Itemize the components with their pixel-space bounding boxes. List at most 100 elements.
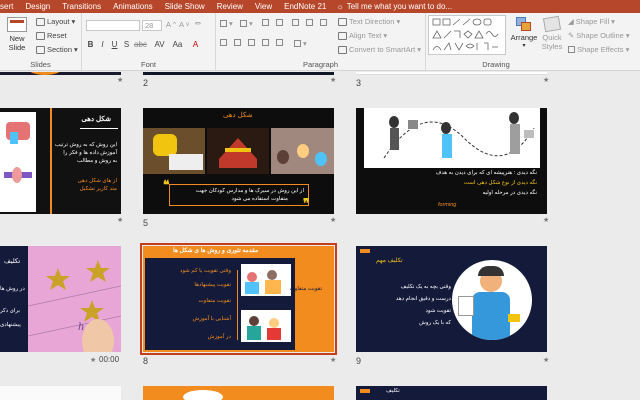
slide-8-transition-icon: ★ bbox=[330, 357, 337, 364]
slide-4-line-1: این روش که به روش ترتیب bbox=[54, 142, 117, 148]
slide-5-photo-circus bbox=[207, 128, 269, 174]
tell-me-search[interactable]: ☼ Tell me what you want to do... bbox=[332, 2, 452, 11]
slide-thumbnail-11[interactable] bbox=[143, 386, 334, 400]
menu-animations[interactable]: Animations bbox=[107, 2, 159, 11]
align-text-button[interactable]: Align Text ▾ bbox=[338, 31, 387, 40]
layout-button[interactable]: Layout ▾ bbox=[36, 17, 75, 26]
slide-number-8: 8 bbox=[143, 356, 149, 366]
clear-formatting-button[interactable]: ✏ bbox=[195, 19, 201, 28]
decrease-indent-button[interactable] bbox=[262, 19, 269, 26]
section-button[interactable]: Section ▾ bbox=[36, 45, 78, 54]
shapes-gallery[interactable] bbox=[428, 15, 506, 55]
slide-9-logo bbox=[360, 249, 370, 253]
line-spacing-icon bbox=[320, 19, 327, 26]
font-name-box[interactable] bbox=[86, 20, 140, 31]
slide-8-side-label: تقویت متفاوت bbox=[289, 286, 322, 292]
slide-number-2: 2 bbox=[143, 78, 149, 88]
shadow-button[interactable]: S bbox=[121, 39, 132, 50]
slide-thumbnail-5[interactable]: شکل دهی از این روش در سیرک ها و مدارس کو… bbox=[143, 108, 334, 214]
slide-number-9: 9 bbox=[356, 356, 362, 366]
slide-thumbnail-7[interactable]: h تکلیف در روش ها برای ذکر پیشنهادی bbox=[0, 246, 121, 352]
slide-8-illustration-bottom bbox=[241, 310, 291, 342]
slide-5-photo-writing bbox=[143, 128, 205, 174]
slides-group: New Slide Layout ▾ Reset Section ▾ Slides bbox=[0, 13, 82, 70]
slide-7-timing: 00:00 bbox=[99, 355, 120, 364]
slide-4-line-5: متد کاربر تشکیل bbox=[79, 186, 117, 192]
slide-thumbnail-2[interactable] bbox=[143, 72, 334, 75]
distributed-button[interactable] bbox=[276, 39, 283, 46]
reset-button[interactable]: Reset bbox=[36, 31, 67, 40]
increase-indent-icon bbox=[276, 19, 283, 26]
align-right-button[interactable] bbox=[248, 39, 255, 46]
slide-9-line-1: وقتی بچه به یک تکلیف bbox=[400, 284, 451, 290]
slide-sorter[interactable]: ★ 2 ★ 3 ★ شكل دهی این روش که به روش ترتی… bbox=[0, 72, 640, 400]
dropdown-icon: ▾ bbox=[71, 17, 76, 26]
menu-endnote[interactable]: EndNote 21 bbox=[278, 2, 332, 11]
slide-9-title: تکلیف مهم bbox=[376, 258, 403, 264]
slide-thumbnail-6[interactable]: نگه دیدی : هنرپیشه ای که برای دیدن به هد… bbox=[356, 108, 547, 214]
align-left-button[interactable] bbox=[220, 39, 227, 46]
menu-design[interactable]: Design bbox=[19, 2, 56, 11]
underline-button[interactable]: U bbox=[109, 39, 120, 50]
menu-view[interactable]: View bbox=[249, 2, 278, 11]
menu-transitions[interactable]: Transitions bbox=[56, 2, 107, 11]
slide-4-line-2: آموزش داده ها و فکر را bbox=[63, 150, 117, 156]
bold-button[interactable]: B bbox=[85, 39, 96, 50]
slide-thumbnail-8[interactable]: مقدمه تئوری و روش ها ی شکل ها وقتی تقویت… bbox=[140, 243, 337, 355]
justify-button[interactable] bbox=[262, 39, 269, 46]
slide-6-caption-3: نگه دیدی در مرحله اولیه bbox=[482, 190, 537, 196]
slide-6-tag: forming bbox=[438, 202, 457, 208]
slide-number-5: 5 bbox=[143, 218, 149, 228]
slide-thumbnail-4[interactable]: شكل دهی این روش که به روش ترتیب آموزش دا… bbox=[0, 108, 121, 214]
font-size-box[interactable]: 28 bbox=[142, 20, 162, 31]
slide-8-content-panel: وقتی تقویت یا کم شود تقویت پیشنهادها تقو… bbox=[145, 258, 295, 350]
text-direction-button[interactable]: Text Direction ▾ bbox=[338, 17, 400, 26]
slide-thumbnail-9[interactable]: تکلیف مهم وقتی بچه به یک تکلیف درست و دق… bbox=[356, 246, 547, 352]
paint-bucket-icon: ◢ bbox=[568, 17, 574, 26]
font-color-button[interactable]: A bbox=[190, 39, 201, 50]
menu-review[interactable]: Review bbox=[211, 2, 249, 11]
menu-insert[interactable]: sert bbox=[0, 2, 19, 11]
line-spacing-button[interactable] bbox=[320, 19, 327, 26]
change-case-button[interactable]: Aa bbox=[172, 39, 183, 50]
quick-styles-icon bbox=[542, 15, 562, 33]
columns-button[interactable]: ▾ bbox=[294, 39, 307, 48]
drawing-group-label: Drawing bbox=[482, 60, 510, 69]
slide-thumbnail-1[interactable] bbox=[0, 72, 121, 75]
drawing-group: Arrange ▾ Quick Styles ◢ Shape Fill ▾ ✎ Sha… bbox=[426, 13, 640, 70]
shape-fill-button[interactable]: ◢ Shape Fill ▾ bbox=[568, 17, 615, 26]
svg-text:h: h bbox=[78, 322, 84, 333]
slide-7-photo: h bbox=[28, 246, 121, 352]
align-center-icon bbox=[234, 39, 241, 46]
slide-2-transition-icon: ★ bbox=[330, 77, 337, 84]
rtl-button[interactable] bbox=[292, 19, 299, 26]
convert-smartart-button[interactable]: Convert to SmartArt ▾ bbox=[338, 45, 421, 54]
arrange-button[interactable]: Arrange ▾ bbox=[510, 15, 538, 57]
increase-indent-button[interactable] bbox=[276, 19, 283, 26]
font-group: 28 A ^ Av ✏ B I U S abc AV Aa A Font bbox=[82, 13, 216, 70]
menu-slideshow[interactable]: Slide Show bbox=[159, 2, 211, 11]
strikethrough-button[interactable]: abc bbox=[134, 39, 147, 50]
italic-button[interactable]: I bbox=[97, 39, 108, 50]
align-center-button[interactable] bbox=[234, 39, 241, 46]
slide-thumbnail-12[interactable]: تکلیف bbox=[356, 386, 547, 400]
new-slide-button[interactable]: New Slide bbox=[4, 15, 30, 55]
shape-outline-button[interactable]: ✎ Shape Outline ▾ bbox=[568, 31, 630, 40]
slide-thumbnail-3[interactable] bbox=[356, 72, 547, 75]
shrink-font-button[interactable]: Av bbox=[179, 20, 189, 29]
menu-bar: sert Design Transitions Animations Slide… bbox=[0, 0, 640, 13]
shape-effects-button[interactable]: Shape Effects ▾ bbox=[568, 45, 629, 54]
spacing-button[interactable]: AV bbox=[154, 39, 165, 50]
ltr-button[interactable] bbox=[306, 19, 313, 26]
section-icon bbox=[36, 45, 45, 54]
dropdown-icon: ▾ bbox=[417, 45, 422, 54]
grow-font-button[interactable]: A ^ bbox=[166, 20, 176, 29]
slide-thumbnail-10[interactable] bbox=[0, 386, 121, 400]
dropdown-icon: ▾ bbox=[611, 17, 615, 26]
slide-6-caption-1: نگه دیدی : هنرپیشه ای که برای دیدن به هد… bbox=[435, 170, 537, 176]
slide-9-illustration bbox=[452, 260, 532, 340]
dropdown-icon: ▾ bbox=[396, 17, 401, 26]
bullets-button[interactable]: ▾ bbox=[220, 19, 233, 28]
numbering-button[interactable]: ▾ bbox=[240, 19, 253, 28]
quick-styles-button[interactable]: Quick Styles bbox=[538, 15, 566, 57]
